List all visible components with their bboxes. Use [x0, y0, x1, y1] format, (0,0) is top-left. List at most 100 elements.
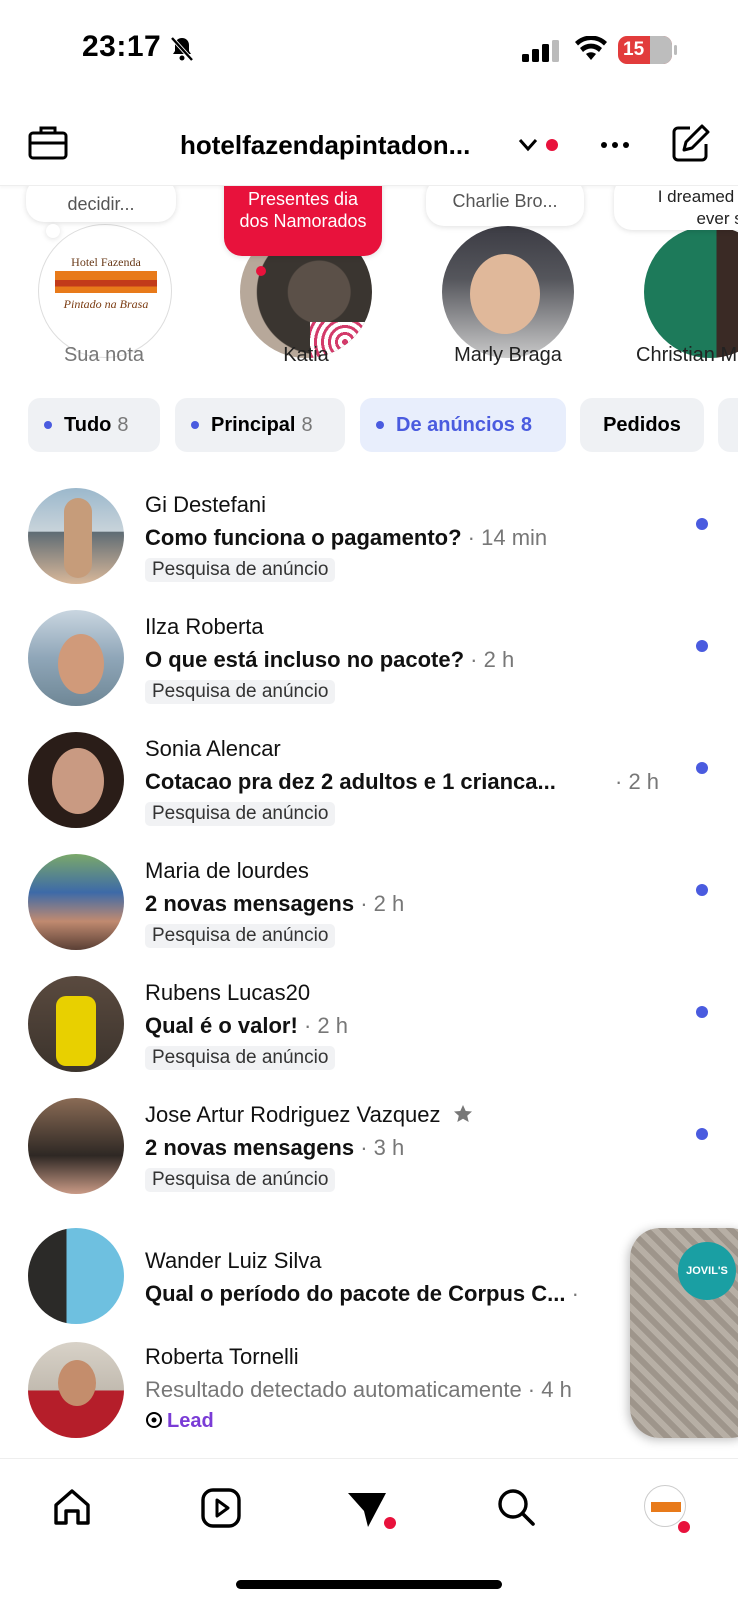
- chevron-down-icon[interactable]: [518, 138, 538, 152]
- message-preview: Resultado detectado automaticamente · 4 …: [145, 1377, 572, 1403]
- avatar-figure: [64, 498, 92, 578]
- note-marly[interactable]: Charlie Bro... Marly Braga: [410, 186, 610, 376]
- contact-name: Jose Artur Rodriguez Vazquez: [145, 1102, 473, 1128]
- contact-name: Maria de lourdes: [145, 858, 309, 883]
- avatar: [28, 732, 124, 828]
- chip-count: 8: [301, 413, 313, 436]
- lead-icon: [146, 1412, 162, 1428]
- chip-dot: [44, 421, 52, 429]
- filter-chips: Tudo 8 Principal 8 De anúncios 8 Pedidos: [0, 398, 738, 454]
- message-preview: 2 novas mensagens · 2 h: [145, 891, 404, 917]
- note-name: Katia: [283, 344, 329, 366]
- lead-label: Lead: [145, 1410, 214, 1433]
- conversation-row[interactable]: Sonia Alencar Cotacao pra dez 2 adultos …: [0, 722, 738, 840]
- conversation-row[interactable]: Jose Artur Rodriguez Vazquez 2 novas men…: [0, 1088, 738, 1206]
- contact-name: Sonia Alencar: [145, 736, 281, 761]
- avatar: [28, 1228, 124, 1324]
- compose-icon[interactable]: [670, 124, 710, 164]
- profile-avatar[interactable]: [644, 1485, 686, 1527]
- ad-label: Pesquisa de anúncio: [145, 924, 336, 948]
- note-katia[interactable]: Presentes dia dos Namorados Katia: [210, 186, 410, 376]
- chip-count: 8: [520, 413, 533, 436]
- conversation-row[interactable]: Roberta Tornelli Resultado detectado aut…: [0, 1330, 738, 1448]
- chip-label: Principal: [211, 413, 296, 436]
- note-christian[interactable]: I dreamed all ever sin Christian M: [614, 186, 738, 376]
- conversation-row[interactable]: Maria de lourdes 2 novas mensagens · 2 h…: [0, 844, 738, 962]
- message-time: · 4 h: [521, 1377, 572, 1402]
- home-icon[interactable]: [52, 1487, 92, 1527]
- note-name: Marly Braga: [454, 344, 562, 366]
- filter-primary[interactable]: Principal 8: [175, 398, 345, 452]
- message-preview: Qual é o valor! · 2 h: [145, 1013, 348, 1039]
- filter-requests[interactable]: Pedidos: [580, 398, 704, 452]
- conversation-row[interactable]: Wander Luiz Silva Qual o período do paco…: [0, 1210, 738, 1328]
- note-name: Sua nota: [63, 344, 145, 366]
- messages-notification-dot: [384, 1517, 396, 1529]
- message-time: · 14 min: [461, 525, 548, 550]
- marly-face: [470, 254, 540, 334]
- preview-text: O que está incluso no pacote?: [145, 647, 465, 672]
- avatar: [28, 1342, 124, 1438]
- avatar: [28, 976, 124, 1072]
- note-bubble-tail: [46, 224, 60, 238]
- filter-more[interactable]: [718, 398, 738, 452]
- search-icon[interactable]: [496, 1487, 536, 1527]
- note-name: Christian M: [636, 344, 738, 366]
- wifi-icon: [575, 36, 607, 60]
- bell-muted-icon: [170, 36, 194, 62]
- logo-text-line2: Pintado na Brasa: [63, 297, 149, 311]
- unread-dot: [696, 518, 708, 530]
- contact-name-text: Jose Artur Rodriguez Vazquez: [145, 1102, 441, 1127]
- status-bar: 23:17 15: [0, 0, 738, 100]
- lead-text: Lead: [167, 1410, 214, 1432]
- logo-flag: [55, 271, 157, 293]
- preview-text: Qual o período do pacote de Corpus C...: [145, 1281, 566, 1306]
- christian-avatar: [644, 226, 738, 358]
- message-time: · 2 h: [354, 891, 405, 916]
- battery-icon: 15: [618, 36, 677, 64]
- preview-text: 2 novas mensagens: [145, 891, 355, 916]
- account-notification-dot: [546, 139, 558, 151]
- filter-ads[interactable]: De anúncios 8: [360, 398, 566, 452]
- chip-count: 8: [117, 413, 129, 436]
- preview-text: 2 novas mensagens: [145, 1135, 355, 1160]
- home-indicator[interactable]: [236, 1580, 502, 1589]
- message-preview: Qual o período do pacote de Corpus C... …: [145, 1281, 579, 1307]
- reels-icon[interactable]: [200, 1487, 242, 1529]
- avatar: [28, 1098, 124, 1194]
- contact-name: Roberta Tornelli: [145, 1344, 299, 1369]
- messages-icon[interactable]: [346, 1489, 388, 1529]
- chip-label: De anúncios: [396, 413, 515, 436]
- conversation-row[interactable]: Ilza Roberta O que está incluso no pacot…: [0, 600, 738, 718]
- note-own[interactable]: Hotel Fazenda Pintado na Brasa decidir..…: [0, 186, 200, 376]
- avatar: [28, 854, 124, 950]
- message-time: ·: [565, 1281, 579, 1306]
- profile-notification-dot: [678, 1521, 690, 1533]
- star-icon: [453, 1105, 472, 1122]
- unread-dot: [696, 640, 708, 652]
- message-preview: Cotacao pra dez 2 adultos e 1 crianca...…: [145, 769, 659, 795]
- marly-avatar: [442, 226, 574, 358]
- jovils-logo: JOVIL'S: [678, 1242, 736, 1300]
- floating-ad-badge[interactable]: JOVIL'S: [630, 1228, 738, 1438]
- preview-text: Cotacao pra dez 2 adultos e 1 crianca...: [145, 769, 556, 794]
- filter-all[interactable]: Tudo 8: [28, 398, 160, 452]
- unread-dot: [696, 1006, 708, 1018]
- conversation-row[interactable]: Rubens Lucas20 Qual é o valor! · 2 h Pes…: [0, 966, 738, 1084]
- note-bubble: Presentes dia dos Namorados: [224, 186, 382, 256]
- avatar-figure: [52, 748, 104, 814]
- conversation-row[interactable]: Gi Destefani Como funciona o pagamento? …: [0, 478, 738, 596]
- note-bubble-tail: [256, 266, 266, 276]
- bottom-tab-bar: [0, 1458, 738, 1600]
- ad-label: Pesquisa de anúncio: [145, 680, 336, 704]
- battery-level: 15: [623, 39, 645, 60]
- chip-label: Pedidos: [603, 413, 681, 436]
- avatar: [28, 610, 124, 706]
- chip-dot: [376, 421, 384, 429]
- contact-name: Rubens Lucas20: [145, 980, 311, 1005]
- preview-text: Resultado detectado automaticamente: [145, 1377, 522, 1402]
- briefcase-icon[interactable]: [28, 124, 68, 160]
- ad-label: Pesquisa de anúncio: [145, 558, 336, 582]
- more-options-icon[interactable]: [600, 140, 630, 150]
- account-switcher[interactable]: hotelfazendapintadon...: [180, 130, 470, 161]
